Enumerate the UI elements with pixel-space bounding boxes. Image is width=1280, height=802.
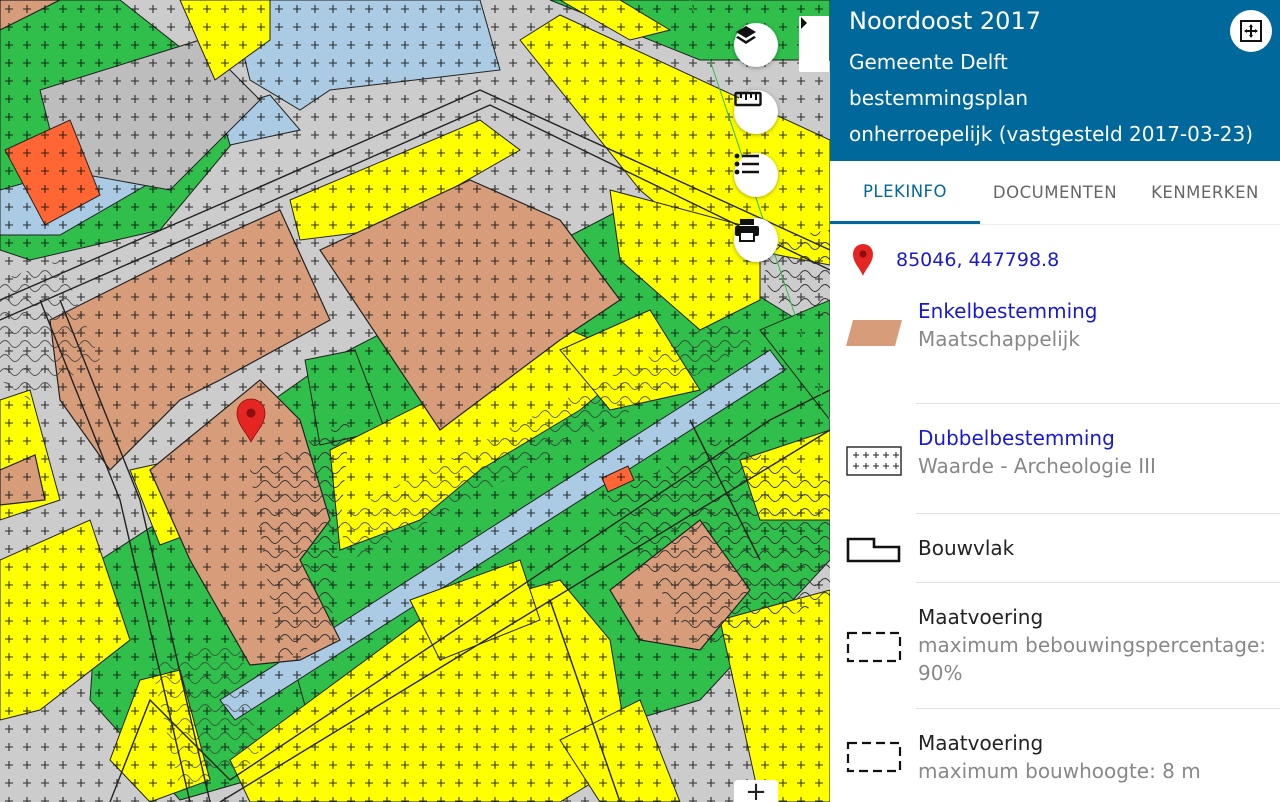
- maatvoering-height-value: maximum bouwhoogte: 8 m: [918, 759, 1201, 783]
- bouwvlak-label: Bouwvlak: [918, 536, 1015, 560]
- plan-type: bestemmingsplan: [849, 86, 1029, 110]
- enkelbestemming-value: Maatschappelijk: [918, 327, 1080, 351]
- panel-tabs: PLEKINFO DOCUMENTEN KENMERKEN: [830, 161, 1280, 225]
- dubbelbestemming-link[interactable]: Dubbelbestemming: [918, 424, 1280, 452]
- tab-plekinfo[interactable]: PLEKINFO: [830, 161, 980, 224]
- plan-status: onherroepelijk (vastgesteld 2017-03-23): [849, 122, 1254, 146]
- panel-header: Noordoost 2017 Gemeente Delft bestemming…: [830, 0, 1280, 161]
- bouwvlak-symbol: [846, 537, 901, 563]
- plan-municipality: Gemeente Delft: [849, 50, 1008, 74]
- plan-title: Noordoost 2017: [849, 7, 1041, 35]
- ruler-icon: [734, 91, 762, 107]
- zoom-to-extent-button[interactable]: [1230, 10, 1272, 52]
- dubbelbestemming-symbol: [846, 446, 902, 476]
- enkelbestemming-symbol: [846, 320, 902, 346]
- coordinate-row: 85046, 447798.8: [830, 225, 1280, 295]
- map-canvas[interactable]: +: [0, 0, 830, 802]
- layers-icon: [736, 26, 756, 44]
- map-drawing: [0, 0, 830, 802]
- maatvoering-percentage-item: Maatvoering maximum bebouwingspercentage…: [830, 583, 1280, 709]
- tab-documenten[interactable]: DOCUMENTEN: [980, 161, 1130, 224]
- print-button[interactable]: [734, 218, 778, 262]
- maatvoering-hoogte-item: Maatvoering maximum bouwhoogte: 8 m: [830, 709, 1280, 802]
- print-icon: [735, 219, 759, 242]
- collapse-panel-button[interactable]: [799, 16, 829, 72]
- dubbelbestemming-item: Dubbelbestemming Waarde - Archeologie II…: [830, 404, 1280, 514]
- chevron-right-icon: [801, 17, 807, 29]
- tab-kenmerken[interactable]: KENMERKEN: [1130, 161, 1280, 224]
- bouwvlak-item: Bouwvlak: [830, 514, 1280, 583]
- layers-button[interactable]: [734, 23, 778, 67]
- info-panel: Noordoost 2017 Gemeente Delft bestemming…: [830, 0, 1280, 802]
- maatvoering-label: Maatvoering: [918, 731, 1044, 755]
- maatvoering-percentage-value: maximum bebouwingspercentage: 90%: [918, 633, 1267, 685]
- enkelbestemming-link[interactable]: Enkelbestemming: [918, 297, 1280, 325]
- maatvoering-label: Maatvoering: [918, 605, 1044, 629]
- measure-button[interactable]: [734, 90, 778, 134]
- maatvoering-symbol: [846, 631, 902, 663]
- zoom-in-button[interactable]: +: [734, 779, 778, 802]
- dubbelbestemming-value: Waarde - Archeologie III: [918, 454, 1156, 478]
- coordinates-link[interactable]: 85046, 447798.8: [896, 249, 1059, 271]
- map-pin-icon: [853, 244, 873, 276]
- maatvoering-symbol: [846, 741, 902, 773]
- zoom-extent-icon: [1240, 20, 1262, 42]
- legend-button[interactable]: [734, 153, 778, 197]
- enkelbestemming-item: Enkelbestemming Maatschappelijk: [830, 295, 1280, 404]
- legend-list-icon: [734, 153, 759, 175]
